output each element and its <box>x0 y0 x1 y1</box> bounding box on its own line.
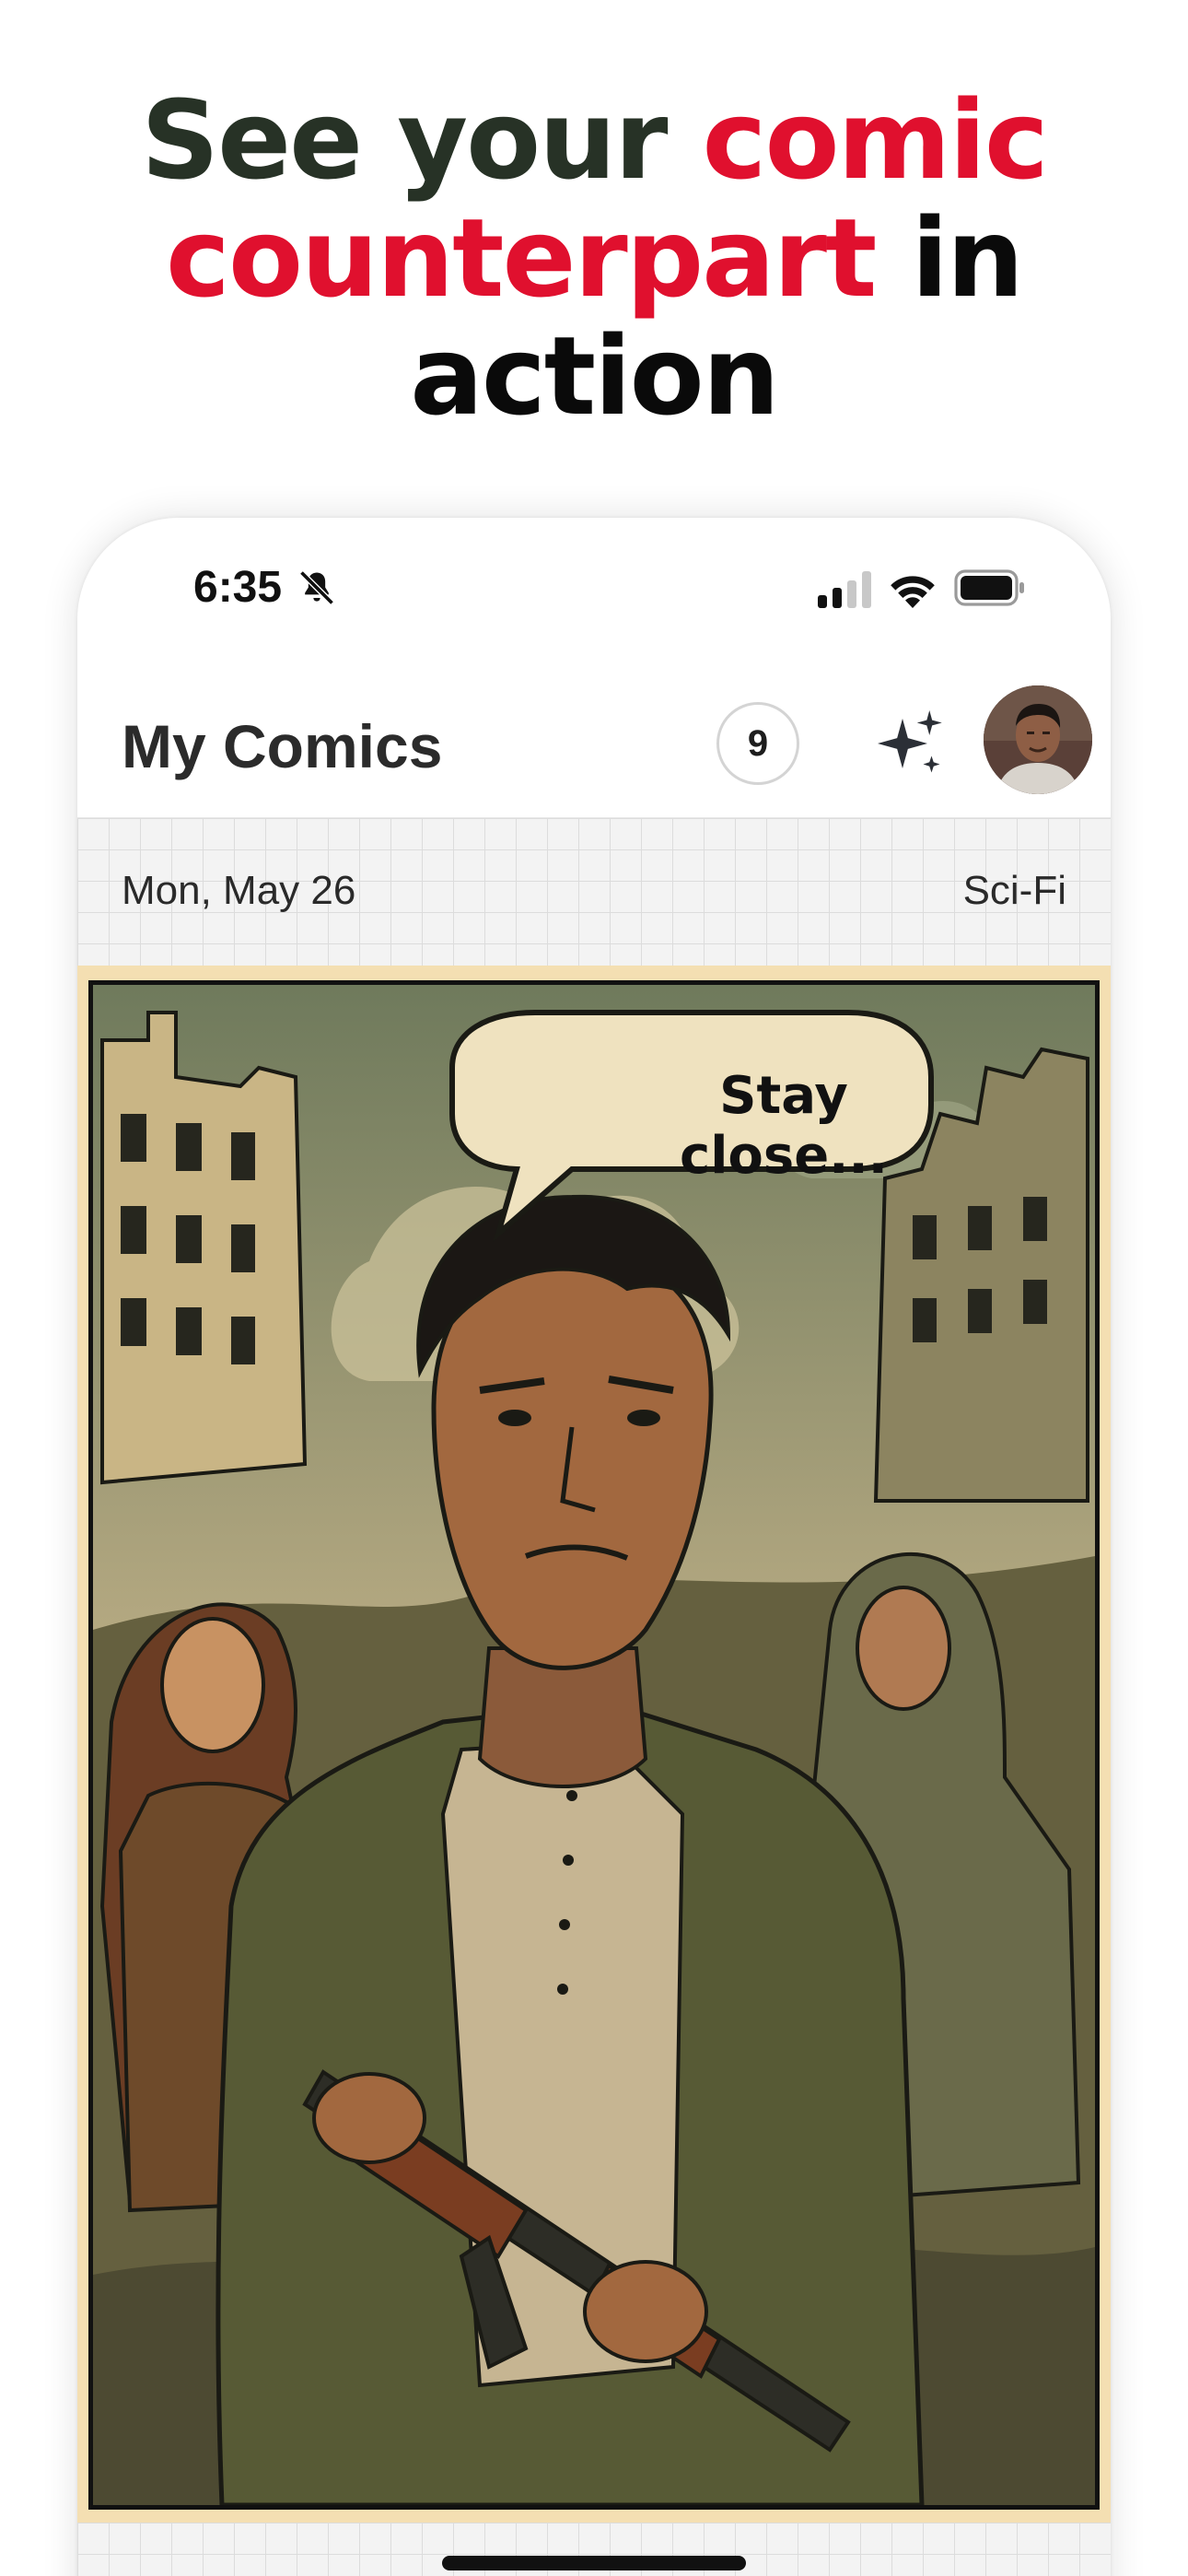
status-bar: 6:35 <box>77 518 1111 665</box>
headline-part-5: action <box>410 312 780 439</box>
phone-frame: 6:35 My Comics 9 Mon, May 26 Sci-Fi Stay… <box>77 518 1111 2576</box>
comic-artwork <box>93 985 1095 2505</box>
user-avatar[interactable] <box>984 685 1092 794</box>
comic-date: Mon, May 26 <box>122 868 356 913</box>
headline-part-2: comic <box>702 76 1049 204</box>
comic-count-badge[interactable]: 9 <box>716 702 799 785</box>
status-time: 6:35 <box>193 563 283 612</box>
signal-icon <box>818 571 871 608</box>
speech-bubble: Stay close... <box>680 1066 888 1186</box>
comic-panel[interactable]: Stay close... <box>77 966 1111 2523</box>
app-header: My Comics 9 <box>77 665 1111 818</box>
comic-date-row: Mon, May 26 Sci-Fi <box>77 818 1111 966</box>
battery-icon <box>954 569 1024 606</box>
comic-illustration: Stay close... <box>88 980 1100 2510</box>
bell-slash-icon <box>299 570 334 605</box>
headline-part-3: counterpart <box>166 194 877 322</box>
marketing-headline: See your comic counterpart in action <box>0 81 1188 435</box>
comic-genre: Sci-Fi <box>962 868 1066 913</box>
sparkle-icon[interactable] <box>869 702 952 785</box>
avatar-photo <box>984 685 1092 794</box>
headline-part-4: in <box>875 194 1023 322</box>
headline-part-1: See your <box>141 76 703 204</box>
wifi-icon <box>891 576 935 608</box>
home-indicator[interactable] <box>442 2556 746 2570</box>
page-title: My Comics <box>122 712 443 780</box>
